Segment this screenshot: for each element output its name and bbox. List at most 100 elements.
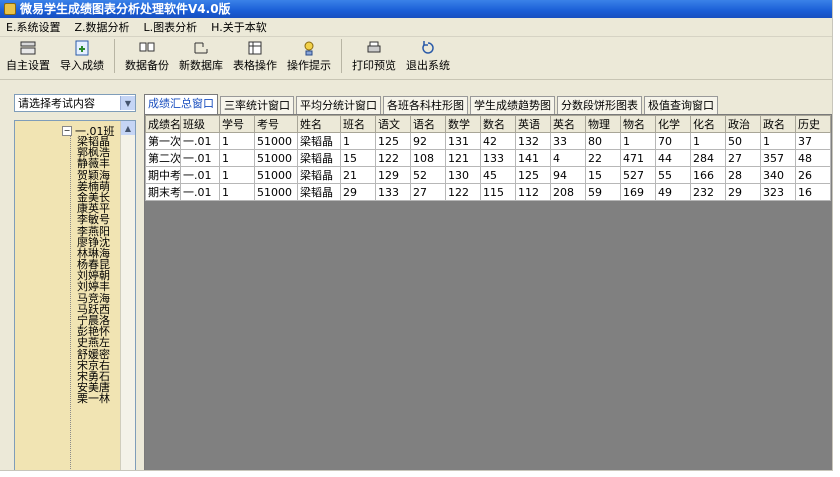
table-cell[interactable]: 94: [550, 166, 586, 184]
table-cell[interactable]: 梁韬晶: [297, 166, 341, 184]
table-cell[interactable]: 112: [515, 183, 551, 201]
scroll-up-icon[interactable]: ▲: [121, 121, 135, 135]
exam-select[interactable]: 请选择考试内容 ▼: [14, 94, 136, 112]
column-header[interactable]: 考号: [254, 115, 298, 133]
table-cell[interactable]: 22: [585, 149, 621, 167]
table-operations-button[interactable]: 表格操作: [231, 39, 279, 73]
table-cell[interactable]: 133: [375, 183, 411, 201]
table-cell[interactable]: 15: [585, 166, 621, 184]
table-cell[interactable]: 15: [340, 149, 376, 167]
table-cell[interactable]: 一.01: [180, 132, 220, 150]
column-header[interactable]: 语名: [410, 115, 446, 133]
table-cell[interactable]: 284: [690, 149, 726, 167]
column-header[interactable]: 班名: [340, 115, 376, 133]
table-cell[interactable]: 48: [795, 149, 831, 167]
table-cell[interactable]: 323: [760, 183, 796, 201]
menu-chart-analysis[interactable]: L.图表分析: [144, 19, 198, 35]
table-cell[interactable]: 梁韬晶: [297, 183, 341, 201]
column-header[interactable]: 化学: [655, 115, 691, 133]
table-cell[interactable]: 115: [480, 183, 516, 201]
table-cell[interactable]: 27: [725, 149, 761, 167]
table-cell[interactable]: 44: [655, 149, 691, 167]
table-cell[interactable]: 42: [480, 132, 516, 150]
column-header[interactable]: 班级: [180, 115, 220, 133]
tab-6[interactable]: 极值查询窗口: [644, 96, 718, 114]
table-cell[interactable]: 51000: [254, 166, 298, 184]
table-cell[interactable]: 45: [480, 166, 516, 184]
table-row[interactable]: 期末考 一.01 1 51000 梁韬晶 29 133 27 122 115 112 208 59 169…: [145, 183, 831, 201]
tab-4[interactable]: 学生成绩趋势图: [470, 96, 555, 114]
tree-item-student[interactable]: 刘婷丰: [77, 281, 110, 292]
table-cell[interactable]: 130: [445, 166, 481, 184]
table-cell[interactable]: 340: [760, 166, 796, 184]
table-row[interactable]: 第二次 一.01 1 51000 梁韬晶 15 122 108 121 133 141 4 22 471 4…: [145, 149, 831, 167]
table-cell[interactable]: 16: [795, 183, 831, 201]
table-cell[interactable]: 第一次: [145, 132, 181, 150]
table-cell[interactable]: 1: [620, 132, 656, 150]
table-cell[interactable]: 132: [515, 132, 551, 150]
table-cell[interactable]: 125: [375, 132, 411, 150]
menu-about[interactable]: H.关于本软: [211, 19, 267, 35]
table-cell[interactable]: 一.01: [180, 149, 220, 167]
operation-tips-button[interactable]: 操作提示: [285, 39, 333, 73]
column-header[interactable]: 物理: [585, 115, 621, 133]
table-cell[interactable]: 527: [620, 166, 656, 184]
table-cell[interactable]: 133: [480, 149, 516, 167]
table-cell[interactable]: 37: [795, 132, 831, 150]
table-cell[interactable]: 一.01: [180, 166, 220, 184]
column-header[interactable]: 语文: [375, 115, 411, 133]
custom-settings-button[interactable]: 自主设置: [4, 39, 52, 73]
table-cell[interactable]: 141: [515, 149, 551, 167]
import-scores-button[interactable]: 导入成绩: [58, 39, 106, 73]
table-cell[interactable]: 1: [219, 183, 255, 201]
tree-scrollbar[interactable]: ▲: [120, 121, 135, 470]
table-cell[interactable]: 梁韬晶: [297, 149, 341, 167]
table-cell[interactable]: 33: [550, 132, 586, 150]
table-cell[interactable]: 92: [410, 132, 446, 150]
tab-5[interactable]: 分数段饼形图表: [557, 96, 642, 114]
table-cell[interactable]: 51000: [254, 149, 298, 167]
table-cell[interactable]: 169: [620, 183, 656, 201]
table-row[interactable]: 期中考 一.01 1 51000 梁韬晶 21 129 52 130 45 125 94 15 527 55…: [145, 166, 831, 184]
tab-0[interactable]: 成绩汇总窗口: [144, 94, 218, 114]
column-header[interactable]: 物名: [620, 115, 656, 133]
table-cell[interactable]: 131: [445, 132, 481, 150]
tree-item-student[interactable]: 静薇丰: [77, 158, 110, 169]
column-header[interactable]: 历史: [795, 115, 831, 133]
table-cell[interactable]: 122: [445, 183, 481, 201]
table-cell[interactable]: 232: [690, 183, 726, 201]
table-cell[interactable]: 80: [585, 132, 621, 150]
column-header[interactable]: 英名: [550, 115, 586, 133]
print-preview-button[interactable]: 打印预览: [350, 39, 398, 73]
column-header[interactable]: 化名: [690, 115, 726, 133]
column-header[interactable]: 成绩名: [145, 115, 181, 133]
tree-item-student[interactable]: 李敏号: [77, 214, 110, 225]
table-cell[interactable]: 27: [410, 183, 446, 201]
table-cell[interactable]: 357: [760, 149, 796, 167]
table-row[interactable]: 第一次 一.01 1 51000 梁韬晶 1 125 92 131 42 132 33 80 1 70 1 50…: [145, 132, 831, 150]
column-header[interactable]: 数名: [480, 115, 516, 133]
table-cell[interactable]: 471: [620, 149, 656, 167]
table-cell[interactable]: 166: [690, 166, 726, 184]
table-cell[interactable]: 1: [690, 132, 726, 150]
table-cell[interactable]: 1: [760, 132, 796, 150]
table-cell[interactable]: 1: [219, 149, 255, 167]
new-database-button[interactable]: 新数据库: [177, 39, 225, 73]
tree-item-student[interactable]: 栗一林: [77, 393, 110, 404]
table-cell[interactable]: 一.01: [180, 183, 220, 201]
table-cell[interactable]: 50: [725, 132, 761, 150]
table-cell[interactable]: 4: [550, 149, 586, 167]
table-cell[interactable]: 28: [725, 166, 761, 184]
table-cell[interactable]: 期末考: [145, 183, 181, 201]
column-header[interactable]: 数学: [445, 115, 481, 133]
table-cell[interactable]: 29: [340, 183, 376, 201]
collapse-icon[interactable]: −: [62, 126, 72, 136]
data-backup-button[interactable]: 数据备份: [123, 39, 171, 73]
column-header[interactable]: 政名: [760, 115, 796, 133]
table-cell[interactable]: 59: [585, 183, 621, 201]
table-cell[interactable]: 70: [655, 132, 691, 150]
table-cell[interactable]: 55: [655, 166, 691, 184]
column-header[interactable]: 政治: [725, 115, 761, 133]
table-cell[interactable]: 129: [375, 166, 411, 184]
table-cell[interactable]: 第二次: [145, 149, 181, 167]
